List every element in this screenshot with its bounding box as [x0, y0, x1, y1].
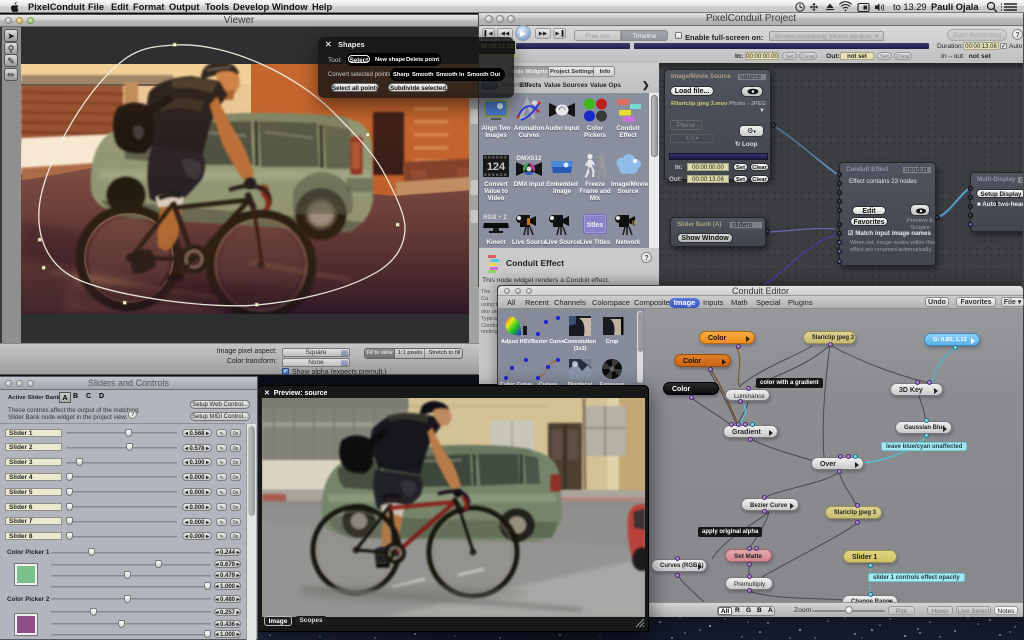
svg-text:DMX512: DMX512 — [516, 155, 542, 162]
svg-text:IP: IP — [632, 221, 638, 227]
svg-text:RGB + Z: RGB + Z — [483, 215, 507, 221]
svg-text:124: 124 — [486, 161, 505, 173]
svg-text:titles: titles — [586, 222, 602, 229]
